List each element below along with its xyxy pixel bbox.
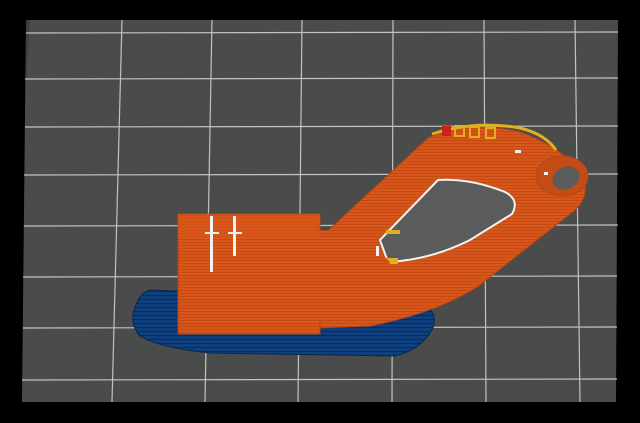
- slicer-preview-viewport[interactable]: [0, 0, 640, 423]
